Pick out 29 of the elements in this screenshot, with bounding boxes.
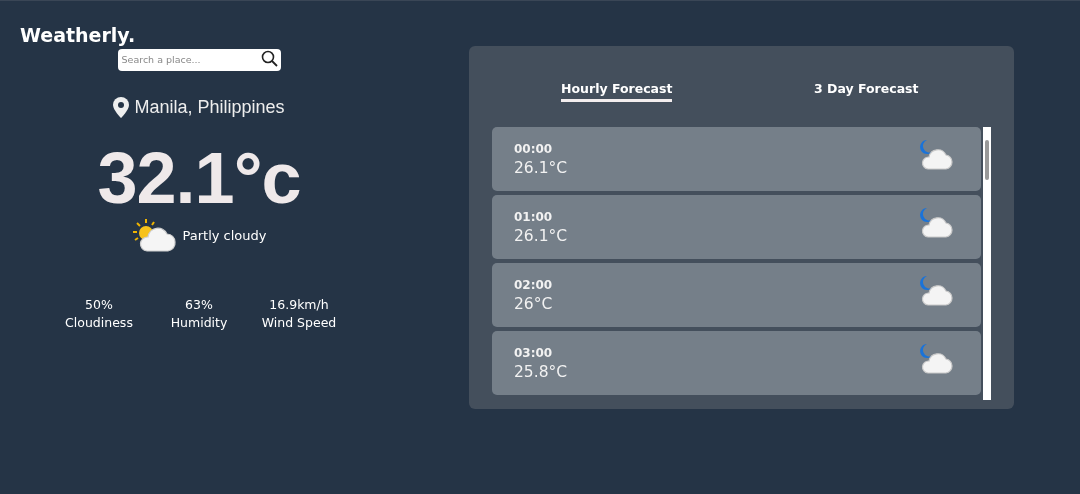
moon-cloud-icon xyxy=(918,139,956,171)
forecast-time: 02:00 xyxy=(514,277,553,294)
location-name: Manila, Philippines xyxy=(134,97,285,118)
location-pin-icon xyxy=(113,97,130,118)
stat-label: Cloudiness xyxy=(65,314,133,332)
app-logo: Weatherly. xyxy=(20,24,136,46)
stat-value: 63% xyxy=(185,296,213,314)
forecast-tab[interactable]: Hourly Forecast xyxy=(561,81,673,102)
stat-value: 16.9km/h xyxy=(269,296,329,314)
current-temperature: 32.1°c xyxy=(97,142,301,214)
search-icon[interactable] xyxy=(260,50,278,67)
forecast-time: 03:00 xyxy=(514,345,554,362)
moon-cloud-icon xyxy=(918,275,956,307)
stat-value: 50% xyxy=(85,296,113,314)
forecast-tab[interactable]: 3 Day Forecast xyxy=(814,81,919,102)
forecast-temperature: 26°C xyxy=(514,294,553,314)
moon-cloud-icon xyxy=(918,343,956,375)
forecast-temperature: 25.8°C xyxy=(514,362,568,382)
stat-label: Wind Speed xyxy=(261,314,337,332)
weather-condition: Partly cloudy xyxy=(182,227,267,243)
moon-cloud-icon xyxy=(918,207,956,239)
forecast-time: 00:00 xyxy=(514,141,554,158)
forecast-time: 01:00 xyxy=(514,209,554,226)
scrollbar[interactable] xyxy=(983,127,991,400)
search-field[interactable]: Search a place... xyxy=(117,48,281,71)
sun-cloud-icon xyxy=(131,218,178,252)
forecast-temperature: 26.1°C xyxy=(514,158,568,178)
forecast-temperature: 26.1°C xyxy=(514,226,568,246)
stat-label: Humidity xyxy=(170,314,228,332)
